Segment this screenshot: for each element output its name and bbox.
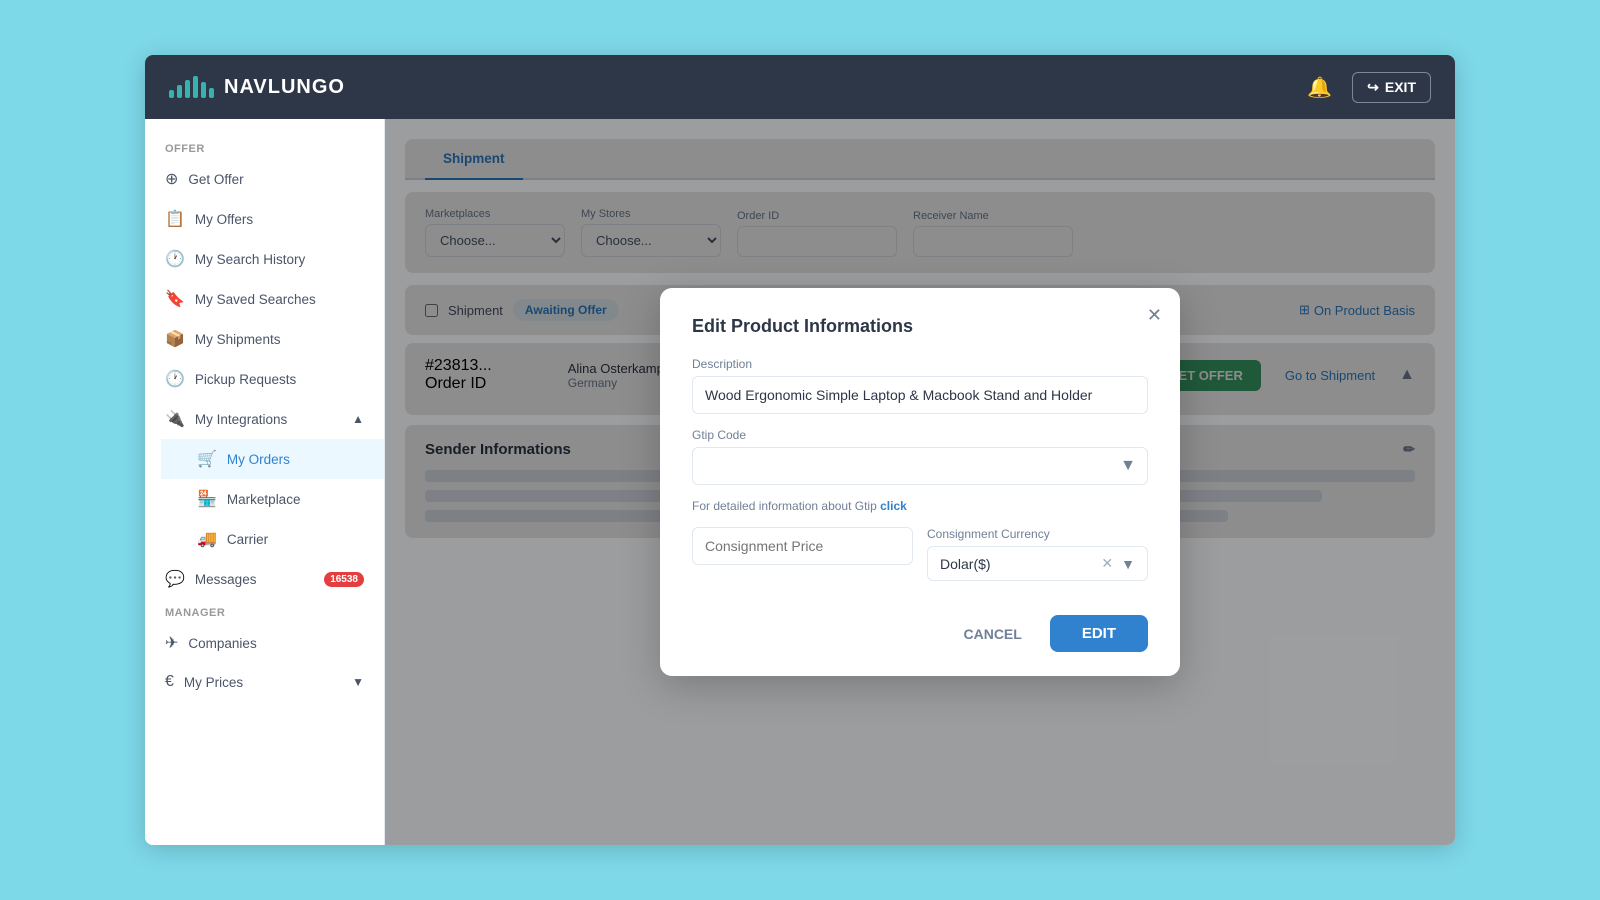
chevron-up-icon: ▲ [352, 412, 364, 426]
sidebar-item-marketplace[interactable]: 🏪 Marketplace [161, 479, 384, 519]
gtip-hint: For detailed information about Gtip clic… [692, 499, 1148, 513]
modal-actions: CANCEL EDIT [692, 615, 1148, 652]
currency-chevron-icon[interactable]: ▼ [1121, 556, 1135, 572]
description-input[interactable] [692, 376, 1148, 414]
logo-icon [169, 76, 214, 98]
consignment-price-group [692, 527, 913, 581]
edit-product-modal: Edit Product Informations ✕ Description … [660, 288, 1180, 676]
integrations-submenu: 🛒 My Orders 🏪 Marketplace 🚚 Carrier [145, 439, 384, 559]
edit-button[interactable]: EDIT [1050, 615, 1148, 652]
companies-icon: ✈ [165, 633, 178, 653]
sidebar-item-my-prices[interactable]: € My Prices ▼ [145, 663, 384, 701]
sidebar-item-my-shipments[interactable]: 📦 My Shipments [145, 319, 384, 359]
chevron-down-icon: ▼ [352, 675, 364, 689]
sidebar-item-get-offer[interactable]: ⊕ Get Offer [145, 159, 384, 199]
history-icon: 🕐 [165, 249, 185, 269]
description-group: Description [692, 357, 1148, 414]
sidebar-item-pickup-requests[interactable]: 🕐 Pickup Requests [145, 359, 384, 399]
consignment-currency-label: Consignment Currency [927, 527, 1148, 541]
shipments-icon: 📦 [165, 329, 185, 349]
bookmark-icon: 🔖 [165, 289, 185, 309]
prices-icon: € [165, 673, 174, 691]
messages-badge: 16538 [324, 572, 364, 587]
notification-bell-icon[interactable]: 🔔 [1307, 75, 1332, 100]
description-label: Description [692, 357, 1148, 371]
logo: NAVLUNGO [169, 76, 345, 99]
sidebar-item-my-saved-searches[interactable]: 🔖 My Saved Searches [145, 279, 384, 319]
sidebar-item-my-orders[interactable]: 🛒 My Orders [161, 439, 384, 479]
sidebar-item-carrier[interactable]: 🚚 Carrier [161, 519, 384, 559]
manager-section-label: Manager [145, 599, 384, 623]
pickup-icon: 🕐 [165, 369, 185, 389]
cart-icon: 🛒 [197, 449, 217, 469]
modal-overlay: Edit Product Informations ✕ Description … [385, 119, 1455, 845]
consignment-price-input[interactable] [692, 527, 913, 565]
gtip-group: Gtip Code ▼ [692, 428, 1148, 485]
marketplace-icon: 🏪 [197, 489, 217, 509]
carrier-icon: 🚚 [197, 529, 217, 549]
sidebar-item-companies[interactable]: ✈ Companies [145, 623, 384, 663]
gtip-select-wrapper: ▼ [692, 447, 1148, 485]
plus-icon: ⊕ [165, 169, 178, 189]
offer-section-label: Offer [145, 135, 384, 159]
modal-title: Edit Product Informations [692, 316, 1148, 337]
exit-icon: ↪ [1367, 79, 1379, 96]
logo-text: NAVLUNGO [224, 76, 345, 99]
main-content: Shipment Marketplaces Choose... My Store… [385, 119, 1455, 845]
sidebar-item-my-search-history[interactable]: 🕐 My Search History [145, 239, 384, 279]
sidebar: Offer ⊕ Get Offer 📋 My Offers 🕐 My Searc… [145, 119, 385, 845]
sidebar-item-messages[interactable]: 💬 Messages 16538 [145, 559, 384, 599]
modal-close-button[interactable]: ✕ [1147, 306, 1162, 324]
exit-button[interactable]: ↪ EXIT [1352, 72, 1431, 103]
gtip-label: Gtip Code [692, 428, 1148, 442]
messages-icon: 💬 [165, 569, 185, 589]
sidebar-item-my-offers[interactable]: 📋 My Offers [145, 199, 384, 239]
currency-field: Dolar($) ✕ ▼ [927, 546, 1148, 581]
currency-value: Dolar($) [940, 556, 991, 572]
consignment-row: Consignment Currency Dolar($) ✕ ▼ [692, 527, 1148, 595]
gtip-select[interactable] [692, 447, 1148, 485]
offers-icon: 📋 [165, 209, 185, 229]
consignment-currency-group: Consignment Currency Dolar($) ✕ ▼ [927, 527, 1148, 581]
app-header: NAVLUNGO 🔔 ↪ EXIT [145, 55, 1455, 119]
header-right: 🔔 ↪ EXIT [1307, 72, 1431, 103]
cancel-button[interactable]: CANCEL [947, 615, 1037, 652]
integrations-icon: 🔌 [165, 409, 185, 429]
gtip-click-link[interactable]: click [880, 499, 907, 513]
currency-clear-button[interactable]: ✕ [1101, 555, 1113, 572]
sidebar-item-my-integrations[interactable]: 🔌 My Integrations ▲ [145, 399, 384, 439]
